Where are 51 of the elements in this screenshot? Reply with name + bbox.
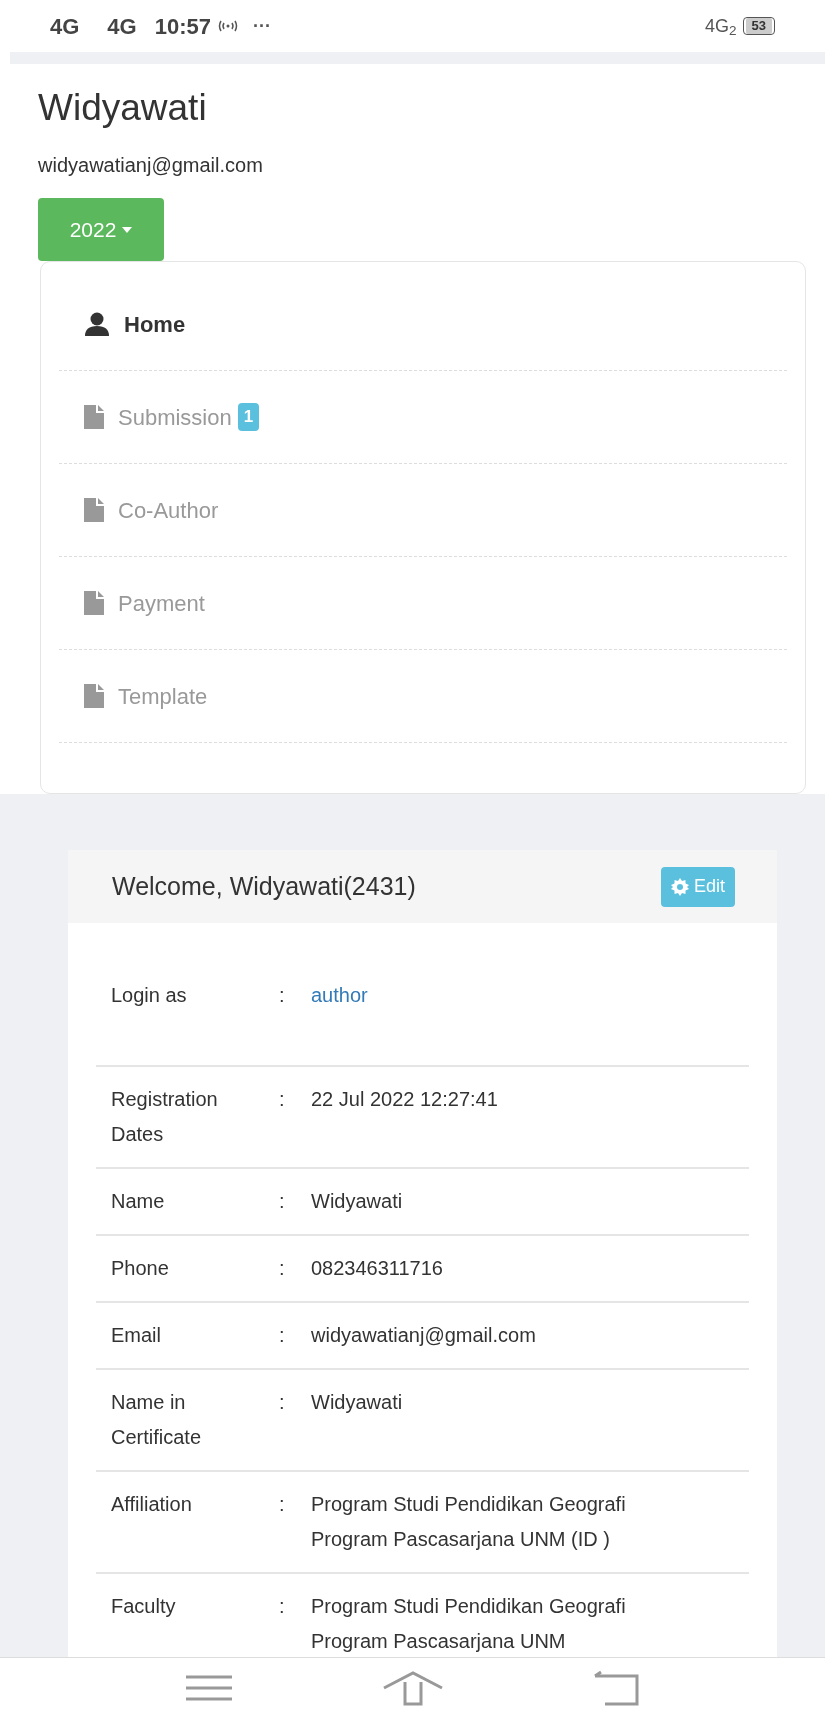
- field-value: 22 Jul 2022 12:27:41: [311, 1087, 499, 1112]
- separator-colon: :: [279, 1323, 286, 1348]
- nav-item[interactable]: Template: [59, 650, 787, 743]
- field-label: Faculty: [110, 1594, 177, 1619]
- field-value: Program Studi Pendidikan Geografi Program Pascasarjana UNM: [311, 1594, 627, 1654]
- field-value: 082346311716: [311, 1256, 444, 1281]
- more-indicator: ···: [253, 14, 271, 38]
- user-icon: [84, 312, 110, 336]
- file-icon: [84, 498, 104, 522]
- field-label: Phone: [110, 1256, 170, 1281]
- year-dropdown-button[interactable]: 2022: [38, 198, 164, 261]
- count-badge: 1: [237, 403, 260, 431]
- field-label: Login as: [110, 983, 188, 1008]
- nav-item[interactable]: Payment: [59, 557, 787, 650]
- separator-colon: :: [279, 1594, 286, 1619]
- edit-button[interactable]: Edit: [660, 866, 735, 907]
- gear-icon: [670, 877, 689, 896]
- nav-item[interactable]: Submission 1: [59, 371, 787, 464]
- separator-colon: :: [279, 1087, 286, 1112]
- separator-colon: :: [279, 1390, 286, 1415]
- field-value: Program Studi Pendidikan Geografi Program Pascasarjana UNM (ID ): [311, 1492, 627, 1552]
- network-indicator: 4G: [50, 12, 80, 41]
- field-label: Affiliation: [110, 1492, 193, 1517]
- welcome-title: Welcome, Widyawati(2431): [112, 870, 416, 902]
- separator-colon: :: [279, 983, 286, 1008]
- nav-item[interactable]: Home: [59, 278, 787, 371]
- file-icon: [84, 591, 104, 615]
- field-label: Email: [110, 1323, 162, 1348]
- field-label: Registration Dates: [110, 1087, 219, 1147]
- profile-name: Widyawati: [38, 86, 208, 130]
- separator-colon: :: [279, 1256, 286, 1281]
- caret-icon: [122, 226, 133, 233]
- network-indicator: 4G: [107, 12, 137, 41]
- nav-item[interactable]: Co-Author: [59, 464, 787, 557]
- separator-colon: :: [279, 1492, 286, 1517]
- network-indicator: 4G$_{2}$: [705, 14, 737, 40]
- field-value: widyawatianj@gmail.com: [311, 1323, 537, 1348]
- field-value: Widyawati: [311, 1189, 404, 1214]
- file-icon: [84, 684, 104, 708]
- battery-indicator: 53: [742, 17, 775, 35]
- back-icon[interactable]: [592, 1669, 641, 1706]
- file-icon: [84, 405, 104, 429]
- role-link[interactable]: author: [311, 978, 749, 1013]
- profile-email: widyawatianj@gmail.com: [38, 153, 264, 178]
- clock-time: 10:57: [154, 12, 211, 41]
- wifi-calling-icon: [217, 18, 239, 34]
- field-value: Widyawati: [311, 1390, 404, 1415]
- field-label: Name in Certificate: [110, 1390, 203, 1450]
- separator-colon: :: [279, 1189, 286, 1214]
- home-icon[interactable]: [382, 1669, 445, 1706]
- field-label: Name: [110, 1189, 166, 1214]
